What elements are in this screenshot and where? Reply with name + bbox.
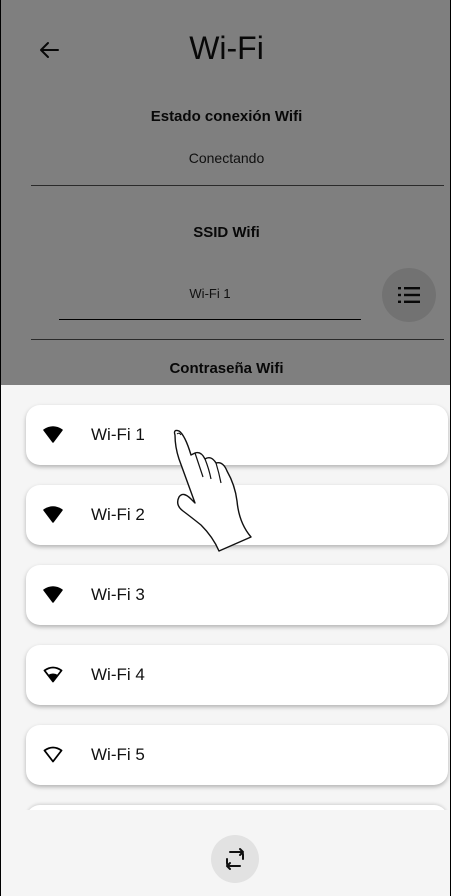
wifi-empty-icon <box>43 746 63 763</box>
app-screen: Wi-Fi Estado conexión Wifi Conectando SS… <box>0 0 451 896</box>
network-name: Wi-Fi 5 <box>91 745 145 764</box>
network-picker-sheet: Wi-Fi 1 Wi-Fi 2 Wi-Fi 3 Wi-Fi 4 Wi-Fi 5 <box>1 385 450 896</box>
modal-scrim[interactable] <box>1 0 450 385</box>
network-item[interactable]: Wi-Fi 1 <box>26 405 448 465</box>
refresh-icon <box>226 848 244 870</box>
network-item[interactable]: Wi-Fi 2 <box>26 485 448 545</box>
network-item[interactable]: Wi-Fi 5 <box>26 725 448 785</box>
network-item[interactable]: Wi-Fi 3 <box>26 565 448 625</box>
wifi-full-icon <box>43 506 63 523</box>
wifi-medium-icon <box>43 666 63 683</box>
network-name: Wi-Fi 4 <box>91 665 145 684</box>
network-name: Wi-Fi 1 <box>91 425 145 444</box>
wifi-full-icon <box>43 426 63 443</box>
network-name: Wi-Fi 2 <box>91 505 145 524</box>
wifi-full-icon <box>43 586 63 603</box>
refresh-button[interactable] <box>211 835 259 883</box>
network-name: Wi-Fi 3 <box>91 585 145 604</box>
network-item[interactable]: Wi-Fi 4 <box>26 645 448 705</box>
